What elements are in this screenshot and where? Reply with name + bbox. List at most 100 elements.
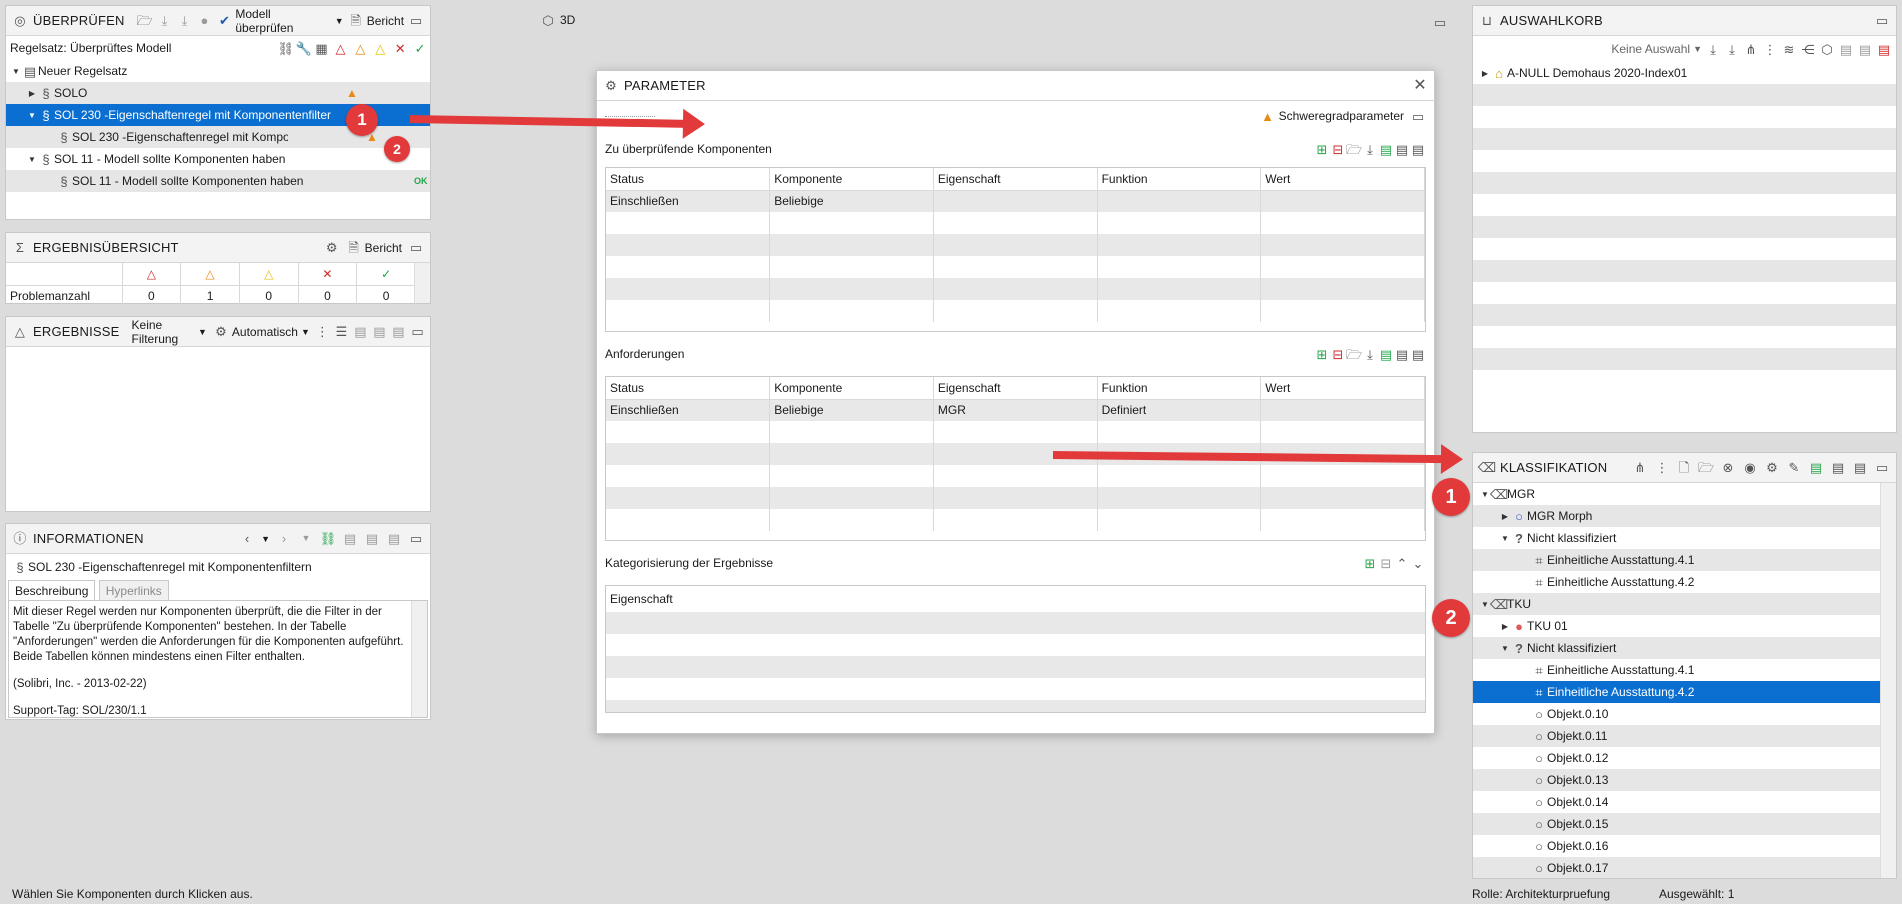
- cell-status[interactable]: Einschließen: [606, 190, 771, 212]
- maximize-icon[interactable]: ▭: [1874, 460, 1890, 476]
- col-value[interactable]: Wert: [1260, 377, 1425, 400]
- table-row[interactable]: Einschließen Beliebige: [606, 190, 1425, 212]
- expand-icon[interactable]: ▼: [26, 155, 38, 164]
- structure-icon[interactable]: ⋲: [1800, 41, 1816, 57]
- paste-icon[interactable]: ▤: [1378, 141, 1394, 157]
- add-row-icon[interactable]: ⊞: [1314, 141, 1330, 157]
- clipboard-icon[interactable]: ▤: [1394, 141, 1410, 157]
- tree-row[interactable]: ○ Objekt.0.14: [1473, 791, 1896, 813]
- cell-component[interactable]: Beliebige: [769, 190, 934, 212]
- add-row-icon[interactable]: ⊞: [1314, 346, 1330, 362]
- tab-hyperlinks[interactable]: Hyperlinks: [98, 580, 169, 601]
- open-folder-icon[interactable]: 🗁: [137, 13, 153, 29]
- col-status[interactable]: Status: [606, 377, 771, 400]
- tree-row[interactable]: ○ Objekt.0.11: [1473, 725, 1896, 747]
- expand-icon[interactable]: ▼: [26, 111, 38, 120]
- clipboard-icon[interactable]: ▤: [373, 324, 386, 340]
- col-component[interactable]: Komponente: [769, 377, 934, 400]
- expand-icon[interactable]: ▶: [1499, 622, 1511, 631]
- clipboard-icon[interactable]: ▤: [364, 531, 380, 547]
- download-icon[interactable]: ⤓: [1705, 41, 1721, 57]
- layers-icon[interactable]: ≋: [1781, 41, 1797, 57]
- download-alt-icon[interactable]: ⤓: [1724, 41, 1740, 57]
- cell-component[interactable]: Beliebige: [769, 399, 934, 421]
- move-down-icon[interactable]: ⌄: [1410, 555, 1426, 571]
- tree-row[interactable]: ▼ ? Nicht klassifiziert: [1473, 527, 1896, 549]
- forward-icon[interactable]: ›: [276, 531, 292, 547]
- expand-icon[interactable]: ▶: [1479, 69, 1491, 78]
- auto-dropdown[interactable]: ⚙ Automatisch ▼: [213, 324, 310, 340]
- edit-icon[interactable]: ✎: [1786, 460, 1802, 476]
- chevron-down-icon[interactable]: ▼: [298, 531, 314, 547]
- tree-row[interactable]: ▶ § SOLO ▲: [6, 82, 430, 104]
- tree-row[interactable]: ○ Objekt.0.15: [1473, 813, 1896, 835]
- download-icon[interactable]: ⤓: [157, 13, 173, 29]
- selection-dropdown[interactable]: Keine Auswahl ▼: [1611, 42, 1702, 56]
- move-up-icon[interactable]: ⌃: [1394, 555, 1410, 571]
- clipboard-icon[interactable]: ▤: [1410, 141, 1426, 157]
- download-icon[interactable]: ⤓: [1362, 141, 1378, 157]
- tree-icon[interactable]: ⋮: [1654, 460, 1670, 476]
- remove-row-icon[interactable]: ⊟: [1378, 555, 1394, 571]
- overview-scrollbar[interactable]: [414, 263, 430, 303]
- tree-row[interactable]: ▼ ? Nicht klassifiziert: [1473, 637, 1896, 659]
- cube-icon[interactable]: ⬡: [1819, 41, 1835, 57]
- col-property[interactable]: Eigenschaft: [606, 586, 1425, 612]
- col-value[interactable]: Wert: [1260, 168, 1425, 191]
- clipboard-icon[interactable]: ▤: [1852, 460, 1868, 476]
- open-folder-icon[interactable]: 🗁: [1346, 346, 1362, 362]
- col-property[interactable]: Eigenschaft: [933, 168, 1098, 191]
- overview-report-button[interactable]: 🗎 Bericht: [346, 240, 402, 256]
- gear-icon[interactable]: ⚙: [1764, 460, 1780, 476]
- link-icon[interactable]: ⛓: [320, 531, 337, 547]
- open-folder-icon[interactable]: 🗁: [1346, 141, 1362, 157]
- tree-row[interactable]: ▼ ⌫ TKU: [1473, 593, 1896, 615]
- tab-description[interactable]: Beschreibung: [8, 580, 96, 601]
- col-function[interactable]: Funktion: [1097, 377, 1262, 400]
- tree-row[interactable]: ▼ ⌫ MGR: [1473, 483, 1896, 505]
- cell-value[interactable]: [1260, 190, 1425, 212]
- cell-function[interactable]: Definiert: [1097, 399, 1262, 421]
- tree-row[interactable]: ⌗ Einheitliche Ausstattung.4.1: [1473, 549, 1896, 571]
- clipboard-icon[interactable]: ▤: [386, 531, 402, 547]
- visibility-icon[interactable]: ◉: [1742, 460, 1758, 476]
- close-icon[interactable]: ✕: [1412, 77, 1428, 94]
- clipboard-icon[interactable]: ▤: [354, 324, 367, 340]
- filter-dropdown[interactable]: Keine Filterung ▼: [132, 318, 207, 346]
- download-icon[interactable]: ⤓: [1362, 346, 1378, 362]
- remove-row-icon[interactable]: ⊟: [1330, 346, 1346, 362]
- tree-row[interactable]: ▼ § SOL 11 - Modell sollte Komponenten h…: [6, 148, 430, 170]
- expand-icon[interactable]: ▼: [1499, 534, 1511, 543]
- maximize-icon[interactable]: ▭: [408, 240, 424, 256]
- expand-icon[interactable]: ▶: [26, 89, 38, 98]
- col-property[interactable]: Eigenschaft: [933, 377, 1098, 400]
- stop-icon[interactable]: ●: [196, 13, 212, 29]
- paste-icon[interactable]: ▤: [1808, 460, 1824, 476]
- description-textarea[interactable]: Mit dieser Regel werden nur Komponenten …: [8, 600, 428, 718]
- clipboard-icon[interactable]: ▤: [392, 324, 405, 340]
- tree-row[interactable]: § SOL 11 - Modell sollte Komponenten hab…: [6, 170, 430, 192]
- tree-row[interactable]: ○ Objekt.0.16: [1473, 835, 1896, 857]
- tree-view-icon[interactable]: ⋮: [316, 324, 329, 340]
- basket-item[interactable]: ▶ ⌂ A-NULL Demohaus 2020-Index01: [1473, 62, 1896, 84]
- maximize-3d-icon[interactable]: ▭: [1432, 14, 1448, 30]
- col-status[interactable]: Status: [606, 168, 771, 191]
- classification-scrollbar[interactable]: [1880, 483, 1896, 878]
- cell-function[interactable]: [1097, 190, 1262, 212]
- cell-property[interactable]: [933, 190, 1098, 212]
- list-view-icon[interactable]: ☰: [335, 324, 348, 340]
- tree-row-selected[interactable]: ⌗ Einheitliche Ausstattung.4.2: [1473, 681, 1896, 703]
- chevron-down-icon[interactable]: ▼: [261, 534, 270, 544]
- tree-row[interactable]: ○ Objekt.0.13: [1473, 769, 1896, 791]
- expand-icon[interactable]: ▼: [10, 67, 22, 76]
- expand-icon[interactable]: ▶: [1499, 512, 1511, 521]
- maximize-icon[interactable]: ▭: [1874, 13, 1890, 29]
- tree-row[interactable]: ○ Objekt.0.17: [1473, 857, 1896, 878]
- back-icon[interactable]: ‹: [239, 531, 255, 547]
- clipboard-icon[interactable]: ▤: [1838, 41, 1854, 57]
- tree-row[interactable]: ▼ ▤ Neuer Regelsatz: [6, 60, 430, 82]
- tree-row[interactable]: ○ Objekt.0.10: [1473, 703, 1896, 725]
- add-row-icon[interactable]: ⊞: [1362, 555, 1378, 571]
- col-function[interactable]: Funktion: [1097, 168, 1262, 191]
- clipboard-icon[interactable]: ▤: [1857, 41, 1873, 57]
